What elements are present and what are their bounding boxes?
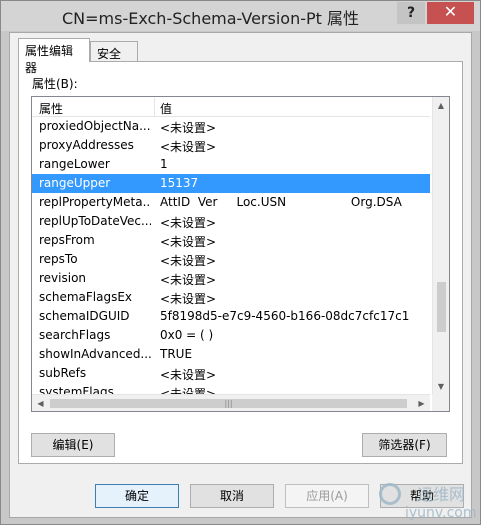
attribute-value: <未设置>: [160, 254, 217, 268]
vertical-scrollbar[interactable]: ▲ ▼: [432, 97, 449, 395]
list-rows: proxiedObjectNa... <未设置> proxyAddresses <未设…: [32, 117, 430, 402]
title-help-button[interactable]: ?: [397, 2, 425, 24]
watermark: 运维网 iyunv.com: [379, 479, 479, 525]
list-item[interactable]: rangeUpper 15137: [32, 174, 430, 193]
list-item[interactable]: searchFlags 0x0 = ( ): [32, 326, 430, 345]
column-header-attribute[interactable]: 属性: [39, 100, 63, 117]
watermark-logo-icon: [379, 483, 401, 505]
list-item[interactable]: proxiedObjectNa... <未设置>: [32, 117, 430, 136]
list-item[interactable]: rangeLower 1: [32, 155, 430, 174]
list-item[interactable]: replUpToDateVec... <未设置>: [32, 212, 430, 231]
filter-button[interactable]: 筛选器(F): [362, 433, 447, 457]
cancel-button[interactable]: 取消: [190, 484, 274, 508]
attribute-name: schemaIDGUID: [39, 309, 130, 323]
scroll-up-icon[interactable]: ▲: [433, 97, 449, 114]
attribute-value: <未设置>: [160, 273, 217, 287]
attribute-value: <未设置>: [160, 140, 217, 154]
attribute-value: <未设置>: [160, 235, 217, 249]
title-bar: CN=ms-Exch-Schema-Version-Pt 属性 ? ✕: [1, 1, 480, 31]
close-button[interactable]: ✕: [427, 2, 474, 24]
attribute-name: repsTo: [39, 252, 78, 266]
attributes-label: 属性(B):: [32, 77, 78, 91]
list-item[interactable]: schemaIDGUID 5f8198d5-e7c9-4560-b166-08dc…: [32, 307, 430, 326]
vertical-scroll-thumb[interactable]: [437, 282, 446, 332]
attribute-value: 15137: [160, 176, 199, 190]
ok-button[interactable]: 确定: [95, 484, 179, 508]
attribute-name: rangeLower: [39, 157, 110, 171]
attribute-value: AttID Ver Loc.USN Org.DSA: [160, 195, 402, 209]
column-divider[interactable]: [154, 98, 155, 116]
attribute-value: <未设置>: [160, 368, 217, 382]
list-item[interactable]: showInAdvanced... TRUE: [32, 345, 430, 364]
edit-button[interactable]: 编辑(E): [31, 433, 115, 457]
list-header: 属性 值: [32, 97, 430, 117]
dialog-body: 属性编辑器 安全 属性(B): 属性 值 proxiedObjectNa... <…: [9, 32, 472, 518]
properties-dialog: CN=ms-Exch-Schema-Version-Pt 属性 ? ✕ 属性编辑…: [0, 0, 481, 525]
attribute-name: replUpToDateVec...: [39, 214, 151, 228]
column-header-value[interactable]: 值: [160, 100, 172, 117]
horizontal-scroll-thumb[interactable]: |||: [50, 399, 407, 408]
attribute-value: 1: [160, 157, 168, 171]
list-item[interactable]: revision <未设置>: [32, 269, 430, 288]
attribute-value: <未设置>: [160, 216, 217, 230]
scroll-right-icon[interactable]: ▶: [413, 395, 430, 411]
attribute-name: revision: [39, 271, 87, 285]
attribute-value: TRUE: [160, 347, 193, 361]
tab-security[interactable]: 安全: [90, 41, 138, 61]
list-item[interactable]: proxyAddresses <未设置>: [32, 136, 430, 155]
attribute-name: showInAdvanced...: [39, 347, 151, 361]
attribute-value: <未设置>: [160, 121, 217, 135]
attribute-name: repsFrom: [39, 233, 95, 247]
window-title: CN=ms-Exch-Schema-Version-Pt 属性: [61, 9, 360, 28]
watermark-url: iyunv.com: [405, 505, 477, 521]
attribute-name: schemaFlagsEx: [39, 290, 133, 304]
attribute-list[interactable]: 属性 值 proxiedObjectNa... <未设置> proxyAddress…: [31, 96, 450, 412]
list-item[interactable]: repsTo <未设置>: [32, 250, 430, 269]
attribute-value: 0x0 = ( ): [160, 328, 214, 342]
scroll-corner: [432, 394, 449, 411]
attribute-value: 5f8198d5-e7c9-4560-b166-08dc7cfc17c1: [160, 309, 410, 323]
attribute-value: <未设置>: [160, 292, 217, 306]
attribute-name: proxiedObjectNa...: [39, 119, 151, 133]
apply-button[interactable]: 应用(A): [285, 484, 369, 508]
list-item[interactable]: subRefs <未设置>: [32, 364, 430, 383]
list-item[interactable]: replPropertyMeta... AttID Ver Loc.USN Org…: [32, 193, 430, 212]
scroll-down-icon[interactable]: ▼: [433, 378, 449, 395]
attribute-name: subRefs: [39, 366, 87, 380]
attribute-name: proxyAddresses: [39, 138, 134, 152]
scroll-left-icon[interactable]: ◀: [32, 395, 49, 411]
watermark-text: 运维网: [417, 485, 466, 504]
horizontal-scrollbar[interactable]: ◀ ||| ▶: [32, 394, 430, 411]
attribute-name: replPropertyMeta...: [39, 195, 151, 209]
attribute-name: searchFlags: [39, 328, 111, 342]
list-item[interactable]: repsFrom <未设置>: [32, 231, 430, 250]
list-item[interactable]: schemaFlagsEx <未设置>: [32, 288, 430, 307]
tab-attribute-editor[interactable]: 属性编辑器: [18, 38, 90, 75]
attribute-name: rangeUpper: [39, 176, 111, 190]
